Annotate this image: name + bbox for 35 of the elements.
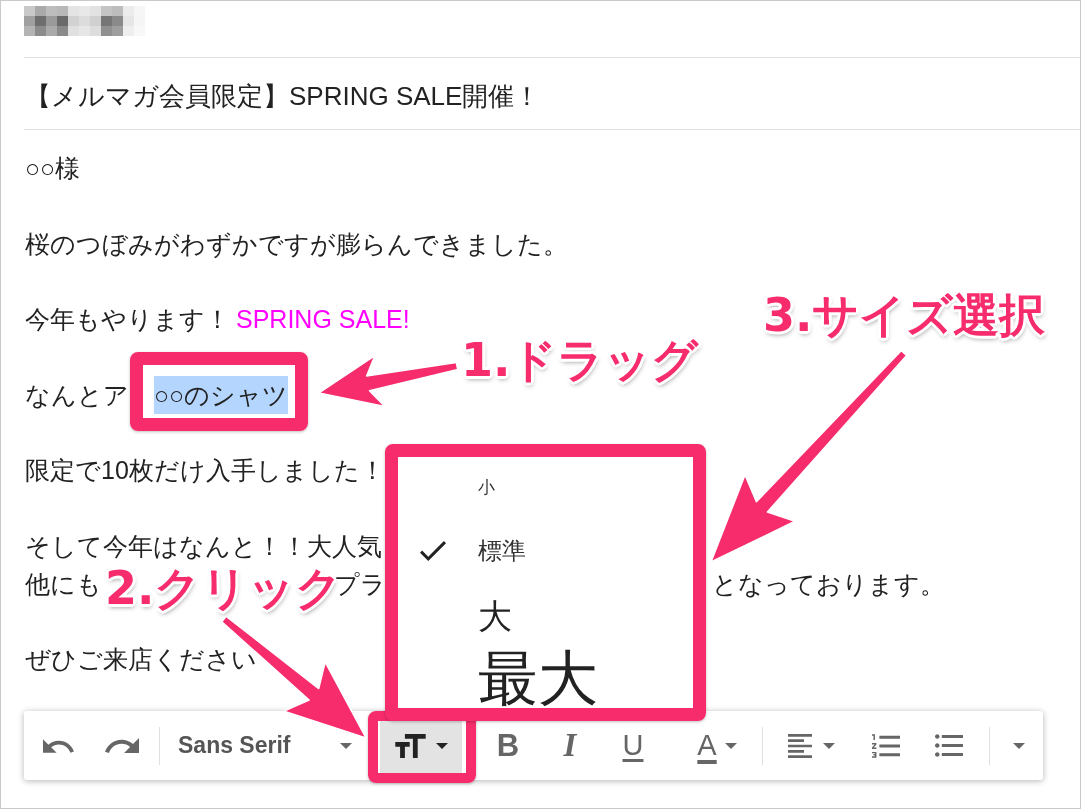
bulleted-list-icon [935,734,963,757]
body-text: ぜひご来店ください [25,644,257,675]
selected-text: ○○のシャツ [154,375,289,414]
body-text: 桜のつぼみがわずかですが膨らんできました。 [25,228,568,260]
text-color-button[interactable]: A [684,715,750,776]
body-text: 他にも [25,568,102,600]
caret-icon [724,742,737,749]
checkmark-icon [420,541,446,561]
subject-line: 【メルマガ会員限定】SPRING SALE開催！ [24,80,541,113]
font-select[interactable]: Sans Serif [170,715,360,776]
menu-item[interactable]: 最大 [398,649,694,708]
menu-item[interactable]: 標準 [398,519,694,583]
annotation-label: 1.ドラッグ [461,337,699,383]
redo-icon [105,738,139,753]
align-left-icon [787,733,813,758]
body-text: ○○様 [25,153,81,184]
italic-button[interactable]: I [546,715,594,776]
body-text: となっております。 [712,568,945,600]
body-text: 今年もやります！ [25,304,230,335]
body-text: そして今年はなんと！！大人気 [25,530,382,562]
annotation-label: 3.サイズ選択 [763,292,1046,338]
numbered-list-icon [872,733,900,758]
caret-icon [340,742,352,749]
bold-button[interactable]: B [484,715,532,776]
body-text: なんとア [25,379,129,411]
text-size-icon [394,733,426,758]
caret-icon [823,742,835,749]
undo-icon [43,738,77,753]
accent-text: SPRING SALE! [236,304,410,335]
caret-icon [1013,742,1025,749]
body-text: 限定で10枚だけ入手しました！ [25,455,385,486]
underline-button[interactable]: U [609,715,657,776]
menu-item[interactable]: 大 [398,583,694,649]
menu-item[interactable]: 小 [398,457,694,519]
caret-icon [435,742,448,749]
